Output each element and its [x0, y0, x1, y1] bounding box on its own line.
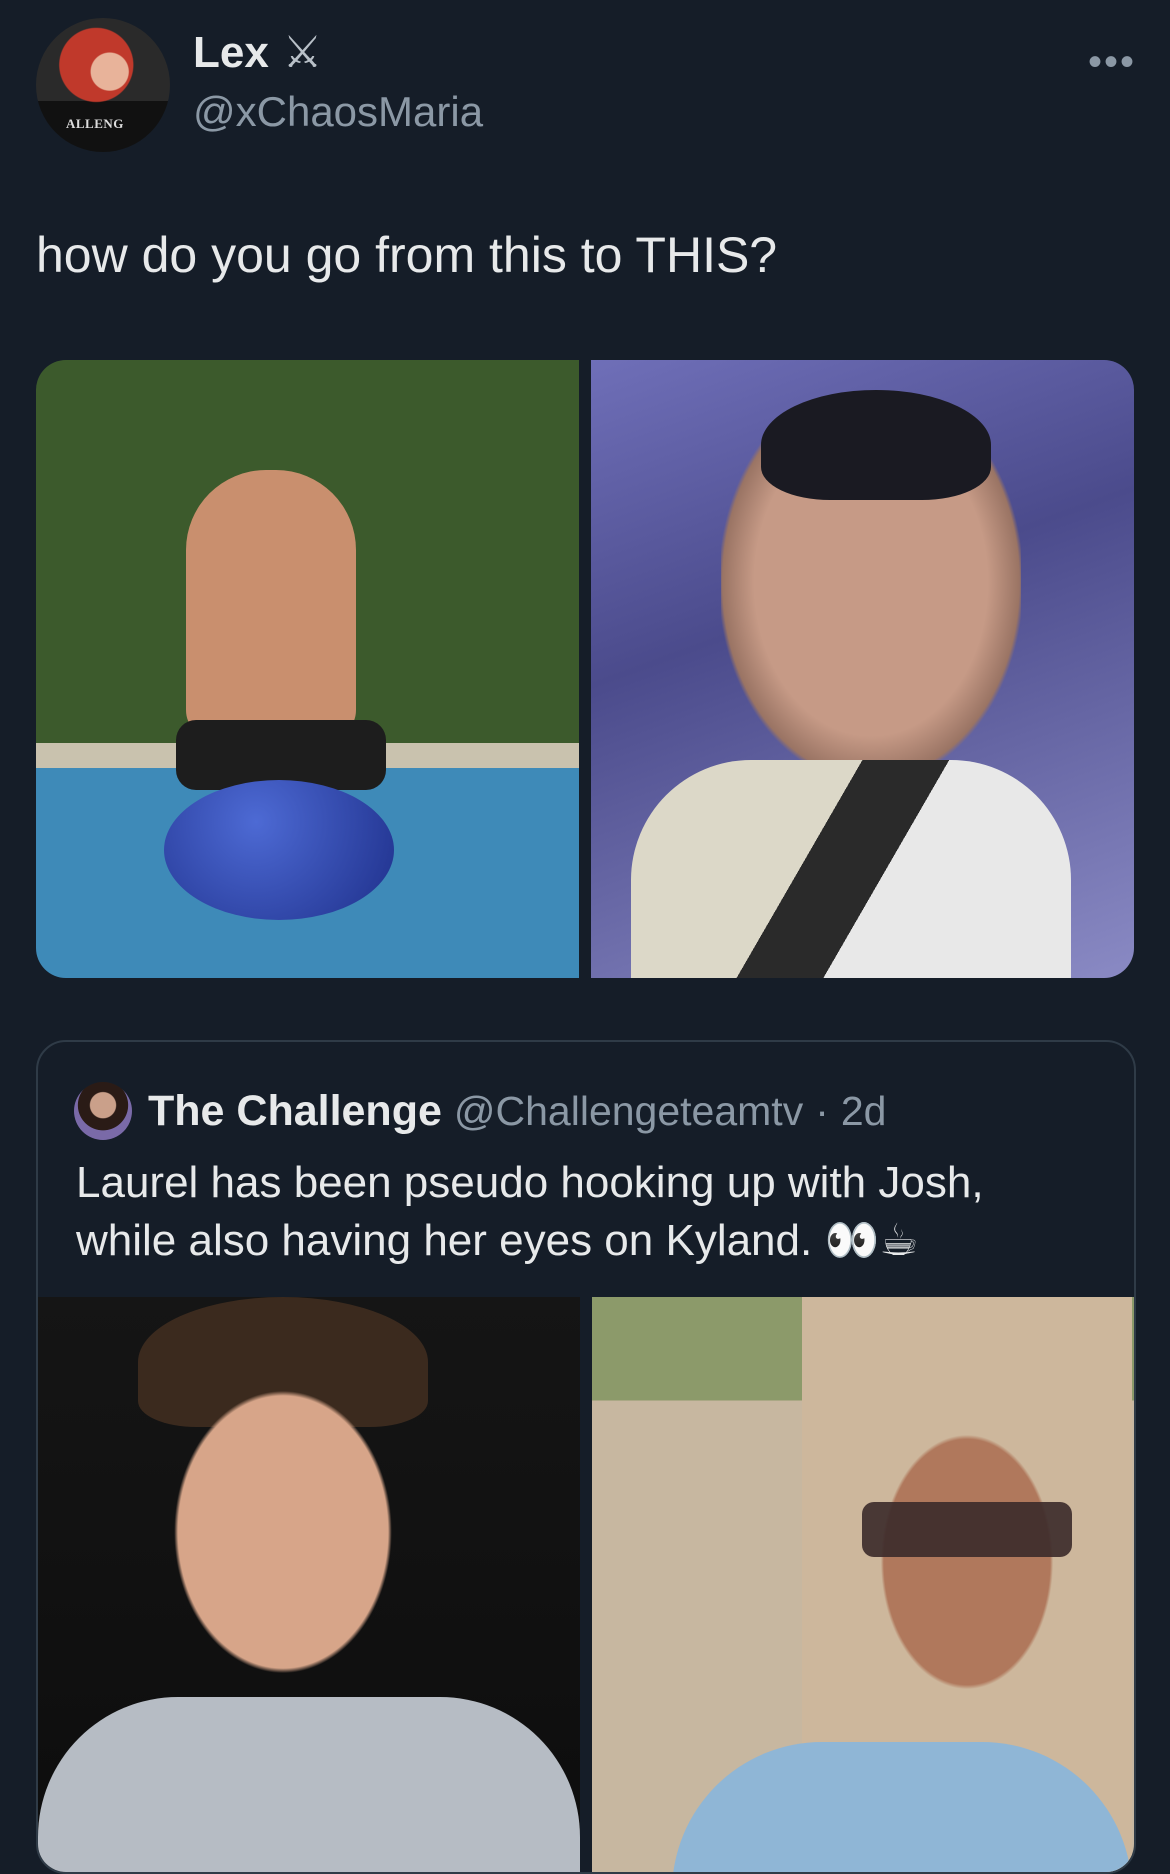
- avatar-shirt-text: ALLENG: [66, 116, 124, 131]
- media-photo-pool[interactable]: [36, 360, 579, 978]
- quoted-tweet-card[interactable]: The Challenge @Challengeteamtv · 2d Laur…: [36, 1040, 1136, 1874]
- photo-sunglasses: [862, 1502, 1072, 1557]
- photo-face: [862, 1407, 1072, 1717]
- more-options-icon[interactable]: •••: [1088, 40, 1136, 85]
- media-photo-woman[interactable]: [38, 1297, 580, 1872]
- photo-face: [148, 1357, 418, 1707]
- crossed-swords-icon: ⚔: [282, 28, 323, 77]
- author-avatar[interactable]: ALLENG: [36, 18, 170, 152]
- quoted-author-handle: @Challengeteamtv: [453, 1087, 804, 1134]
- quoted-media-grid: [38, 1297, 1134, 1872]
- dot-separator: ·: [815, 1087, 829, 1134]
- media-photo-man-city[interactable]: [592, 1297, 1134, 1872]
- author-display-name[interactable]: Lex: [193, 28, 269, 78]
- tweet-media-grid: [36, 360, 1134, 978]
- photo-sweater: [38, 1697, 580, 1872]
- photo-figure: [186, 470, 356, 740]
- photo-shirt: [631, 760, 1071, 978]
- author-handle[interactable]: @xChaosMaria: [193, 88, 483, 136]
- quoted-tweet-time: 2d: [840, 1087, 887, 1134]
- photo-exercise-ball: [164, 780, 394, 920]
- media-photo-closeup[interactable]: [591, 360, 1134, 978]
- tweet-header: ALLENG Lex ⚔ @xChaosMaria •••: [36, 18, 1136, 153]
- quoted-author-avatar: [74, 1082, 132, 1140]
- photo-hair: [761, 390, 991, 500]
- quoted-tweet-header: The Challenge @Challengeteamtv · 2d: [74, 1082, 886, 1140]
- quoted-tweet-text: Laurel has been pseudo hooking up with J…: [76, 1158, 984, 1265]
- tweet-text: how do you go from this to THIS?: [36, 227, 778, 283]
- author-name-row: Lex ⚔: [193, 28, 322, 78]
- quoted-author-name: The Challenge: [148, 1086, 442, 1135]
